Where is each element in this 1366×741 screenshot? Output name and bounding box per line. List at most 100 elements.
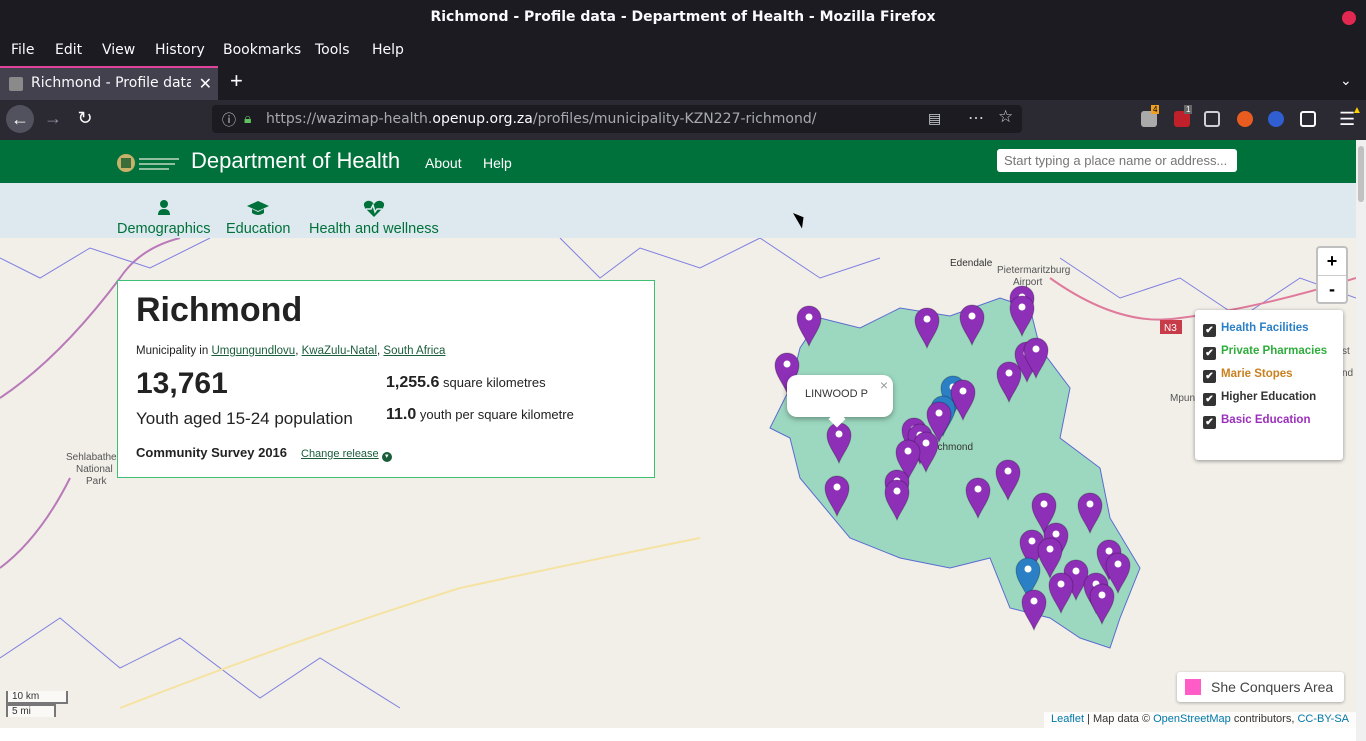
new-tab-button[interactable]: +: [230, 68, 243, 94]
tab-health-wellness[interactable]: Health and wellness: [309, 199, 439, 237]
parent-link-south-africa[interactable]: South Africa: [383, 345, 445, 357]
layer-control: ✔ Health Facilities ✔ Private Pharmacies ✔…: [1195, 310, 1343, 460]
nav-help-link[interactable]: Help: [483, 155, 512, 171]
parent-link-umgungundlovu[interactable]: Umgungundlovu: [211, 345, 295, 357]
popup-close-icon[interactable]: ×: [880, 377, 888, 393]
place-label-edendale: Edendale: [950, 258, 993, 269]
layer-private-pharmacies-label: Private Pharmacies: [1221, 345, 1328, 357]
population-label: Youth aged 15-24 population: [136, 409, 353, 428]
tab-education[interactable]: Education: [226, 199, 291, 237]
info-icon[interactable]: ⓘ: [222, 110, 236, 130]
bookmark-star-icon[interactable]: ☆: [998, 107, 1013, 127]
sidebar-icon[interactable]: [1204, 111, 1220, 127]
person-icon: [157, 200, 170, 215]
forward-button[interactable]: →: [40, 108, 66, 132]
density-stat: 11.0 youth per square kilometre: [386, 406, 574, 424]
tab-education-label: Education: [226, 221, 291, 237]
place-search-input[interactable]: [997, 149, 1237, 172]
tab-health-wellness-label: Health and wellness: [309, 221, 439, 237]
layer-basic-education-label: Basic Education: [1221, 414, 1311, 426]
layer-basic-education[interactable]: ✔ Basic Education: [1203, 414, 1310, 429]
area-legend: She Conquers Area: [1177, 672, 1344, 702]
scale-mi: 5 mi: [6, 704, 56, 717]
map-view[interactable]: Edendale Pietermaritzburg Airport Richmo…: [0, 238, 1356, 728]
menu-help[interactable]: Help: [372, 42, 404, 58]
favicon-icon: [9, 77, 23, 91]
page-scrollbar[interactable]: [1356, 140, 1366, 741]
change-release-link[interactable]: Change release ▾: [301, 448, 392, 462]
scrollbar-thumb[interactable]: [1358, 146, 1364, 202]
leaflet-link[interactable]: Leaflet: [1051, 713, 1084, 725]
place-label-mpun: Mpun: [1170, 393, 1195, 404]
profile-section-nav: Demographics Education Health and wellne…: [0, 183, 1356, 238]
layer-marie-stopes[interactable]: ✔ Marie Stopes: [1203, 368, 1293, 383]
menu-file[interactable]: File: [11, 42, 34, 58]
density-value: 11.0: [386, 406, 417, 423]
menu-history[interactable]: History: [155, 42, 205, 58]
page-bottom: [0, 728, 1356, 741]
tab-demographics-label: Demographics: [117, 221, 211, 237]
layer-health-facilities[interactable]: ✔ Health Facilities: [1203, 322, 1309, 337]
menu-view[interactable]: View: [102, 42, 135, 58]
heartbeat-icon: [363, 200, 385, 217]
checkbox-checked-icon[interactable]: ✔: [1203, 324, 1216, 337]
school-marker-icon[interactable]: [1021, 589, 1047, 632]
reload-button[interactable]: ↻: [72, 108, 98, 132]
menu-tools[interactable]: Tools: [315, 42, 350, 58]
url-bar[interactable]: ⓘ 🔒︎ https://wazimap-health.openup.org.z…: [212, 105, 1022, 133]
area-label: square kilometres: [443, 375, 546, 390]
reader-view-icon[interactable]: ▤: [928, 110, 941, 127]
navigation-toolbar: ← → ↻ ⓘ 🔒︎ https://wazimap-health.openup…: [0, 100, 1366, 140]
layer-higher-education[interactable]: ✔ Higher Education: [1203, 391, 1316, 406]
area-swatch: [1185, 679, 1201, 695]
tab-title: Richmond - Profile data - Department of …: [31, 75, 191, 91]
window-titlebar: Richmond - Profile data - Department of …: [0, 0, 1366, 36]
menu-bookmarks[interactable]: Bookmarks: [223, 42, 301, 58]
lock-icon[interactable]: 🔒︎: [244, 110, 251, 127]
population-value: 13,761: [136, 367, 228, 400]
license-link[interactable]: CC-BY-SA: [1297, 713, 1349, 725]
zoom-out-button[interactable]: -: [1318, 276, 1346, 303]
tab-demographics[interactable]: Demographics: [117, 199, 211, 237]
zoom-in-button[interactable]: +: [1318, 248, 1346, 276]
tab-close-icon[interactable]: ✕: [199, 74, 212, 94]
page-actions-icon[interactable]: ⋯: [968, 108, 984, 128]
nav-about-link[interactable]: About: [425, 155, 462, 171]
marker-popup: LINWOOD P ×: [787, 375, 893, 428]
extension-fox-icon[interactable]: [1237, 111, 1253, 127]
chevron-down-icon[interactable]: ▾: [381, 452, 392, 462]
menu-edit[interactable]: Edit: [55, 42, 82, 58]
layer-private-pharmacies[interactable]: ✔ Private Pharmacies: [1203, 345, 1327, 360]
extension-s-icon[interactable]: [1268, 111, 1284, 127]
checkbox-checked-icon[interactable]: ✔: [1203, 393, 1216, 406]
tab-active[interactable]: Richmond - Profile data - Department of …: [0, 66, 218, 100]
layer-higher-education-label: Higher Education: [1221, 391, 1317, 403]
back-button[interactable]: ←: [6, 105, 34, 133]
profile-name: Richmond: [136, 291, 303, 329]
tab-list-chevron-icon[interactable]: ⌄: [1340, 72, 1352, 89]
site-title[interactable]: Department of Health: [191, 148, 400, 174]
profile-type: Municipality in: [136, 345, 209, 357]
change-release-label[interactable]: Change release: [301, 448, 379, 460]
addon-badge: 4: [1151, 105, 1160, 114]
density-label: youth per square kilometre: [419, 407, 574, 422]
window-close-button[interactable]: [1342, 11, 1356, 25]
containers-icon[interactable]: [1300, 111, 1316, 127]
site-header: Department of Health About Help: [0, 140, 1356, 183]
place-label-national: National: [76, 464, 113, 475]
layer-health-facilities-label: Health Facilities: [1221, 322, 1309, 334]
coat-of-arms-logo[interactable]: [117, 150, 183, 176]
popup-text: LINWOOD P: [805, 388, 868, 400]
place-label-park: Park: [86, 476, 108, 487]
url-text[interactable]: https://wazimap-health.openup.org.za/pro…: [266, 111, 816, 127]
ublock-badge: 1: [1184, 105, 1193, 114]
osm-link[interactable]: OpenStreetMap: [1153, 713, 1231, 725]
layer-marie-stopes-label: Marie Stopes: [1221, 368, 1293, 380]
menu-bar: File Edit View History Bookmarks Tools H…: [0, 36, 1366, 66]
release-name: Community Survey 2016: [136, 445, 288, 460]
checkbox-checked-icon[interactable]: ✔: [1203, 416, 1216, 429]
checkbox-checked-icon[interactable]: ✔: [1203, 370, 1216, 383]
checkbox-checked-icon[interactable]: ✔: [1203, 347, 1216, 360]
profile-summary-card: Richmond Municipality in Umgungundlovu, …: [117, 280, 655, 478]
parent-link-kwazulu-natal[interactable]: KwaZulu-Natal: [302, 345, 377, 357]
